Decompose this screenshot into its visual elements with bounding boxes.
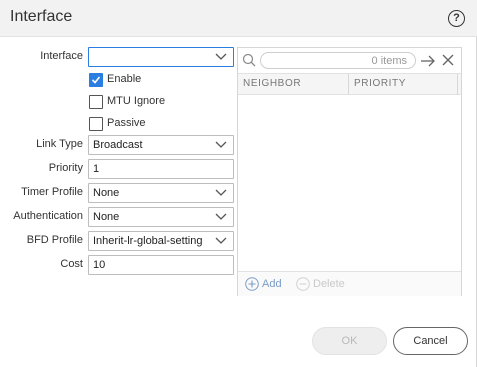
chevron-down-icon — [215, 213, 227, 220]
mtu-ignore-checkbox[interactable] — [89, 95, 103, 109]
grid-toolbar: 0 items — [238, 48, 461, 72]
help-icon[interactable]: ? — [448, 10, 465, 27]
authentication-value: None — [93, 211, 120, 223]
passive-checkbox-row[interactable]: Passive — [89, 116, 189, 132]
close-icon[interactable] — [442, 54, 454, 66]
timer-profile-label: Timer Profile — [21, 186, 83, 198]
authentication-select[interactable]: None — [88, 207, 234, 227]
mtu-ignore-checkbox-row[interactable]: MTU Ignore — [89, 94, 189, 110]
dialog-title-bar: Interface ? — [0, 0, 477, 37]
interface-dialog: Interface ? Interface Enable MTU Ignore … — [0, 0, 477, 367]
add-label: Add — [262, 278, 282, 290]
column-header-priority[interactable]: PRIORITY — [354, 78, 406, 89]
timer-profile-select[interactable]: None — [88, 183, 234, 203]
cancel-button[interactable]: Cancel — [393, 327, 468, 355]
column-divider — [457, 74, 458, 95]
ok-button[interactable]: OK — [312, 327, 387, 355]
bfd-profile-select[interactable]: Inherit-lr-global-setting — [88, 231, 234, 251]
passive-checkbox[interactable] — [89, 117, 103, 131]
cost-value: 10 — [93, 259, 106, 271]
link-type-select[interactable]: Broadcast — [88, 135, 234, 155]
cost-label: Cost — [60, 258, 83, 270]
priority-input[interactable]: 1 — [88, 159, 234, 179]
link-type-label: Link Type — [36, 138, 83, 150]
authentication-label: Authentication — [13, 210, 83, 222]
bfd-profile-value: Inherit-lr-global-setting — [93, 235, 203, 247]
plus-circle-icon — [245, 277, 259, 291]
interface-select[interactable] — [88, 47, 234, 67]
grid-header: NEIGHBOR PRIORITY — [238, 73, 461, 95]
dialog-title: Interface — [10, 8, 73, 25]
column-header-neighbor[interactable]: NEIGHBOR — [243, 78, 301, 89]
check-icon — [91, 76, 101, 84]
timer-profile-value: None — [93, 187, 120, 199]
enable-checkbox[interactable] — [89, 73, 103, 87]
delete-label: Delete — [313, 278, 345, 290]
chevron-down-icon — [215, 189, 227, 196]
minus-circle-icon — [296, 277, 310, 291]
add-button[interactable]: Add — [245, 277, 285, 293]
column-divider — [348, 74, 349, 95]
passive-label: Passive — [107, 117, 146, 129]
priority-label: Priority — [48, 162, 83, 174]
delete-button[interactable]: Delete — [296, 277, 352, 293]
arrow-right-icon[interactable] — [420, 54, 436, 68]
mtu-ignore-label: MTU Ignore — [107, 95, 166, 107]
cost-input[interactable]: 10 — [88, 255, 234, 275]
chevron-down-icon — [215, 53, 227, 60]
bfd-profile-label: BFD Profile — [26, 234, 83, 246]
priority-value: 1 — [93, 163, 100, 175]
items-count: 0 items — [371, 55, 407, 67]
enable-checkbox-row[interactable]: Enable — [89, 72, 189, 88]
interface-label: Interface — [40, 50, 83, 62]
chevron-down-icon — [215, 141, 227, 148]
link-type-value: Broadcast — [93, 139, 143, 151]
filter-input[interactable]: 0 items — [260, 52, 416, 69]
search-icon — [242, 53, 256, 67]
neighbor-grid: 0 items NEIGHBOR PRIORITY Add Delete — [237, 47, 462, 296]
chevron-down-icon — [215, 237, 227, 245]
grid-footer: Add Delete — [238, 271, 461, 296]
enable-label: Enable — [107, 73, 142, 85]
